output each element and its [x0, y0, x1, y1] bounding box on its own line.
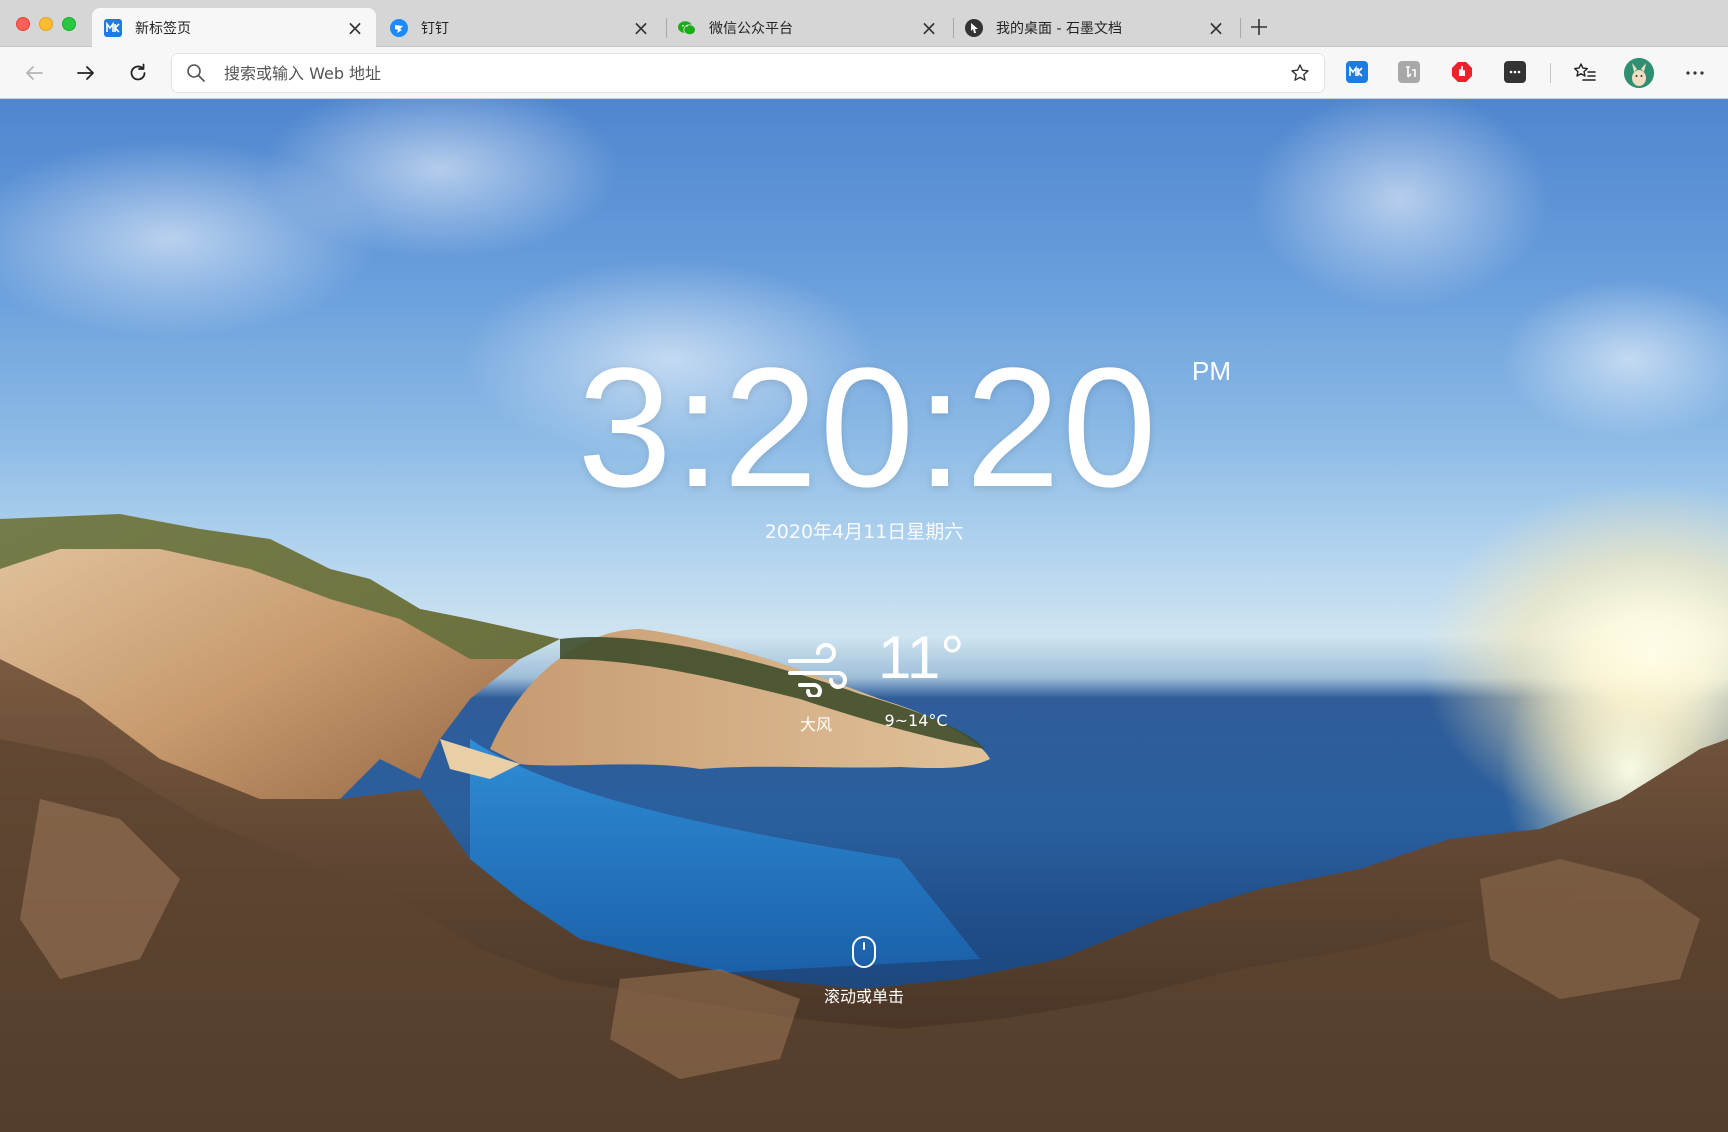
favorites-list-icon [1574, 63, 1596, 81]
maximize-window-button[interactable] [62, 17, 76, 31]
translate-extension-icon[interactable] [1398, 61, 1420, 83]
mk-icon [104, 18, 122, 37]
address-input[interactable] [224, 54, 1264, 92]
clock-time: 3:20:20 [577, 333, 1159, 523]
toolbar-separator [1550, 63, 1551, 83]
search-icon [186, 63, 206, 87]
close-icon[interactable]: × [632, 18, 650, 38]
shimo-icon [965, 18, 983, 37]
wechat-icon [678, 19, 696, 37]
arrow-left-icon [26, 66, 43, 80]
tab-title: 新标签页 [135, 20, 191, 37]
toolbar [0, 47, 1728, 99]
new-tab-button[interactable] [1246, 14, 1272, 40]
favorites-button[interactable] [1570, 58, 1600, 88]
more-icon [1686, 71, 1704, 75]
tab-shimo[interactable]: 我的桌面 - 石墨文档 × [953, 8, 1237, 47]
plus-icon [1251, 19, 1267, 35]
tab-strip: 新标签页 × 钉钉 × 微信公众平台 × 我的桌面 - 石墨文档 × [0, 0, 1728, 47]
tab-dingtalk[interactable]: 钉钉 × [378, 8, 662, 47]
weather-range: 9~14°C [884, 711, 948, 730]
reload-icon [130, 63, 146, 81]
tab-title: 微信公众平台 [709, 20, 793, 37]
tab-title: 钉钉 [421, 20, 449, 37]
dingtalk-icon [390, 18, 408, 37]
clock-date: 2020年4月11日星期六 [764, 521, 964, 543]
arrow-right-icon [77, 66, 94, 80]
close-window-button[interactable] [16, 17, 30, 31]
avatar[interactable] [1624, 58, 1654, 88]
scroll-hint[interactable]: 滚动或单击 [804, 983, 924, 1007]
mk-extension-icon[interactable] [1346, 61, 1368, 83]
forward-button[interactable] [71, 58, 101, 88]
minimize-window-button[interactable] [39, 17, 53, 31]
reload-button[interactable] [123, 58, 153, 88]
more-menu-button[interactable] [1680, 58, 1710, 88]
close-icon[interactable]: × [920, 18, 938, 38]
weather-condition: 大风 [799, 715, 832, 734]
weather-temperature: 11° [878, 624, 965, 691]
tab-title: 我的桌面 - 石墨文档 [996, 20, 1122, 37]
close-icon[interactable]: × [1207, 18, 1225, 38]
password-extension-icon[interactable] [1504, 61, 1526, 83]
tab-new-tab[interactable]: 新标签页 × [92, 8, 376, 47]
new-tab-page: 3:20:20 PM 2020年4月11日星期六 大风 11° 9~14°C 滚… [0, 99, 1728, 1132]
tab-wechat[interactable]: 微信公众平台 × [666, 8, 950, 47]
star-icon[interactable] [1290, 63, 1310, 87]
mouse-icon[interactable] [851, 935, 877, 973]
wallpaper-landscape [0, 514, 1728, 1132]
adblock-extension-icon[interactable] [1451, 61, 1473, 83]
close-icon[interactable]: × [346, 18, 364, 38]
address-bar[interactable] [172, 54, 1324, 92]
wind-icon [786, 641, 848, 701]
clock-ampm: PM [1192, 356, 1231, 386]
tab-separator [1240, 18, 1241, 38]
back-button[interactable] [19, 58, 49, 88]
